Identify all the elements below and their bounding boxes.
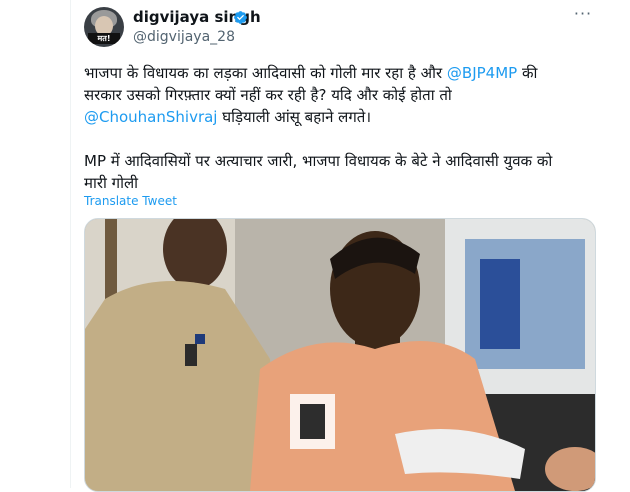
tweet-media-image[interactable]: [84, 218, 596, 492]
more-options-icon[interactable]: ···: [572, 6, 594, 26]
verified-badge-icon: [234, 11, 247, 24]
avatar[interactable]: मत!: [84, 7, 124, 47]
mention-link[interactable]: @BJP4MP: [447, 64, 517, 82]
tweet-line-5: मारी गोली: [84, 174, 139, 192]
tweet-line-4: MP में आदिवासियों पर अत्याचार जारी, भाजप…: [84, 152, 553, 170]
tweet-line-2: सरकार उसको गिरफ़्तार क्यों नहीं कर रही ह…: [84, 86, 452, 104]
tweet-text: घड़ियाली आंसू बहाने लगते।: [217, 108, 372, 126]
tweet-line-3: @ChouhanShivraj घड़ियाली आंसू बहाने लगते…: [84, 106, 604, 128]
author-handle[interactable]: @digvijaya_28: [133, 29, 235, 45]
tweet-text: की: [517, 64, 538, 82]
translate-tweet-link[interactable]: Translate Tweet: [84, 194, 177, 208]
mention-link[interactable]: @ChouhanShivraj: [84, 108, 217, 126]
tweet-text: भाजपा के विधायक का लड़का आदिवासी को गोली…: [84, 64, 447, 82]
tweet-line-1: भाजपा के विधायक का लड़का आदिवासी को गोली…: [84, 62, 604, 84]
avatar-tag: मत!: [88, 33, 120, 44]
video-frame-illustration: [85, 219, 595, 491]
